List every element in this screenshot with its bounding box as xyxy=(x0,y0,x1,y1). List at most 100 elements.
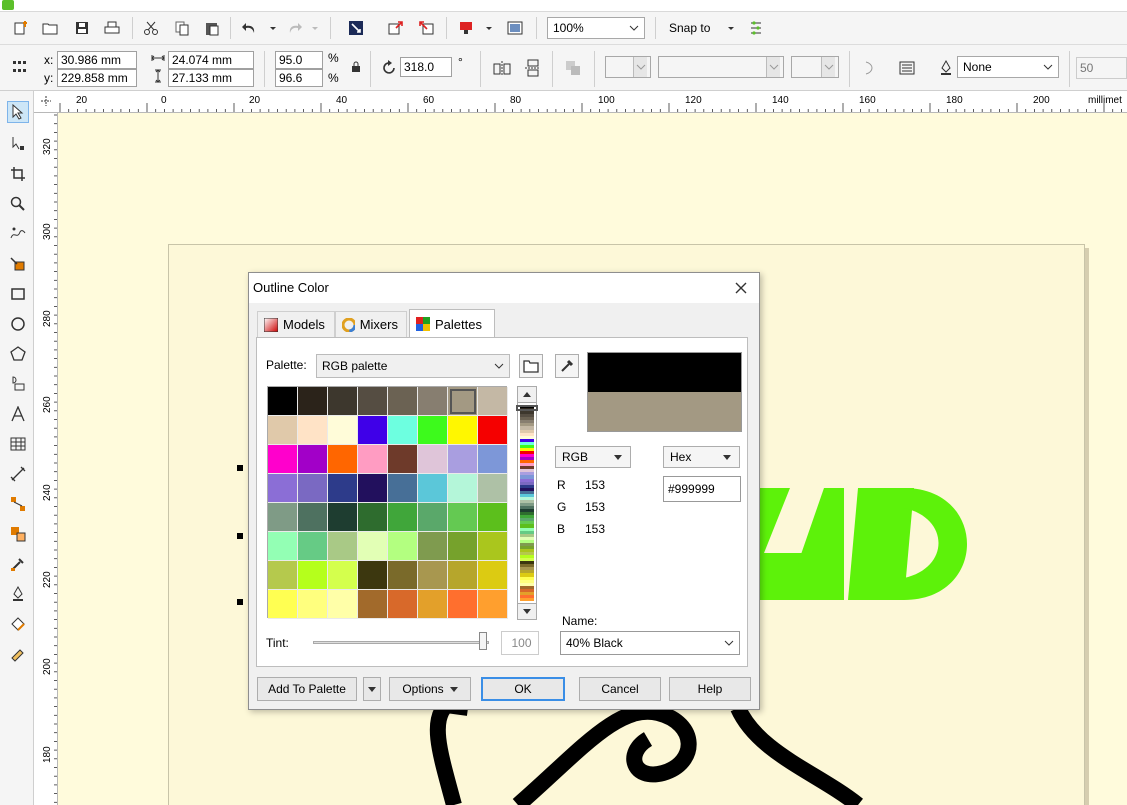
palette-strip[interactable] xyxy=(516,386,538,620)
color-swatch[interactable] xyxy=(388,387,418,416)
redo-dropdown-icon[interactable] xyxy=(310,18,320,38)
options-icon[interactable] xyxy=(746,18,766,38)
color-swatch[interactable] xyxy=(448,416,478,445)
color-swatch[interactable] xyxy=(418,503,448,532)
color-swatch[interactable] xyxy=(358,445,388,474)
tint-value-input[interactable]: 100 xyxy=(501,631,539,655)
line-end-select[interactable] xyxy=(791,56,839,78)
color-swatch[interactable] xyxy=(478,503,508,532)
color-swatch[interactable] xyxy=(388,561,418,590)
color-swatch[interactable] xyxy=(328,387,358,416)
color-swatch[interactable] xyxy=(478,532,508,561)
color-swatch[interactable] xyxy=(418,532,448,561)
lock-ratio-icon[interactable] xyxy=(346,57,366,77)
color-swatch[interactable] xyxy=(358,532,388,561)
color-swatch[interactable] xyxy=(388,532,418,561)
add-to-palette-button[interactable]: Add To Palette xyxy=(257,677,357,701)
help-button[interactable]: Help xyxy=(669,677,751,701)
color-swatch[interactable] xyxy=(268,416,298,445)
color-swatch[interactable] xyxy=(328,561,358,590)
artwork-black-stroke[interactable] xyxy=(512,703,697,805)
color-swatch[interactable] xyxy=(328,445,358,474)
publish-icon[interactable] xyxy=(456,18,476,38)
snap-to-dropdown-icon[interactable] xyxy=(726,18,736,38)
table-tool-icon[interactable] xyxy=(7,433,29,455)
export-icon[interactable] xyxy=(416,18,436,38)
outline-pen-tool-icon[interactable] xyxy=(7,583,29,605)
eyedropper-button[interactable] xyxy=(555,354,579,378)
color-swatch[interactable] xyxy=(418,590,448,619)
color-model-select[interactable]: RGB xyxy=(555,446,631,468)
color-swatch[interactable] xyxy=(448,387,478,416)
color-swatch[interactable] xyxy=(448,590,478,619)
close-button[interactable] xyxy=(729,277,753,299)
color-swatch[interactable] xyxy=(448,532,478,561)
color-swatch[interactable] xyxy=(478,561,508,590)
artwork-green-letter[interactable] xyxy=(798,488,844,600)
tint-slider-track[interactable] xyxy=(313,641,489,644)
color-swatch[interactable] xyxy=(418,474,448,503)
color-swatch[interactable] xyxy=(448,561,478,590)
outline-width-select[interactable]: None xyxy=(957,56,1059,78)
scale-y-input[interactable]: 96.6 xyxy=(275,69,323,87)
color-swatch[interactable] xyxy=(418,387,448,416)
color-swatch[interactable] xyxy=(478,474,508,503)
interactive-fill-tool-icon[interactable] xyxy=(7,613,29,635)
color-swatch[interactable] xyxy=(298,474,328,503)
mirror-horizontal-icon[interactable] xyxy=(492,58,512,78)
outline-pen-icon[interactable] xyxy=(936,58,956,78)
crop-tool-icon[interactable] xyxy=(7,163,29,185)
reverse-direction-icon[interactable] xyxy=(859,58,879,78)
color-name-select[interactable]: 40% Black xyxy=(560,631,740,655)
snap-to-label[interactable]: Snap to xyxy=(669,21,710,35)
open-icon[interactable] xyxy=(40,18,60,38)
paste-icon[interactable] xyxy=(202,18,222,38)
artwork-green-letter[interactable] xyxy=(904,488,967,600)
strip-scroll-down-button[interactable] xyxy=(518,603,536,619)
x-position-input[interactable]: 30.986 mm xyxy=(57,51,137,69)
color-swatch[interactable] xyxy=(328,532,358,561)
strip-color-band[interactable] xyxy=(520,597,534,602)
color-swatch[interactable] xyxy=(298,561,328,590)
color-swatch[interactable] xyxy=(268,387,298,416)
color-swatch[interactable] xyxy=(298,590,328,619)
tint-slider-thumb[interactable] xyxy=(479,632,487,650)
color-swatch[interactable] xyxy=(268,532,298,561)
color-swatch[interactable] xyxy=(268,590,298,619)
publish-dropdown-icon[interactable] xyxy=(484,18,494,38)
combine-icon[interactable] xyxy=(563,58,583,78)
artwork-black-stroke[interactable] xyxy=(429,696,470,805)
options-button[interactable]: Options xyxy=(389,677,471,701)
ok-button[interactable]: OK xyxy=(481,677,565,701)
color-swatch[interactable] xyxy=(358,590,388,619)
color-swatch[interactable] xyxy=(328,416,358,445)
new-document-icon[interactable] xyxy=(10,18,30,38)
redo-icon[interactable] xyxy=(284,18,304,38)
color-swatch[interactable] xyxy=(388,590,418,619)
pick-tool-icon[interactable] xyxy=(7,101,29,123)
color-swatch[interactable] xyxy=(478,590,508,619)
color-swatch[interactable] xyxy=(358,416,388,445)
color-swatch[interactable] xyxy=(328,474,358,503)
undo-icon[interactable] xyxy=(240,18,260,38)
rectangle-tool-icon[interactable] xyxy=(7,283,29,305)
color-swatch[interactable] xyxy=(358,561,388,590)
value-format-select[interactable]: Hex xyxy=(663,446,740,468)
ellipse-tool-icon[interactable] xyxy=(7,313,29,335)
color-swatch[interactable] xyxy=(328,590,358,619)
color-swatch[interactable] xyxy=(358,387,388,416)
scale-x-input[interactable]: 95.0 xyxy=(275,51,323,69)
color-swatch[interactable] xyxy=(268,445,298,474)
width-input[interactable]: 24.074 mm xyxy=(168,51,254,69)
wrap-text-icon[interactable] xyxy=(898,58,918,78)
color-swatch[interactable] xyxy=(298,387,328,416)
color-swatch[interactable] xyxy=(478,416,508,445)
color-swatch[interactable] xyxy=(448,474,478,503)
hex-value-input[interactable]: #999999 xyxy=(663,476,741,502)
color-swatch[interactable] xyxy=(298,532,328,561)
connector-tool-icon[interactable] xyxy=(7,493,29,515)
cut-icon[interactable] xyxy=(141,18,161,38)
eyedropper-tool-icon[interactable] xyxy=(7,553,29,575)
color-swatch[interactable] xyxy=(478,445,508,474)
color-swatch[interactable] xyxy=(358,474,388,503)
